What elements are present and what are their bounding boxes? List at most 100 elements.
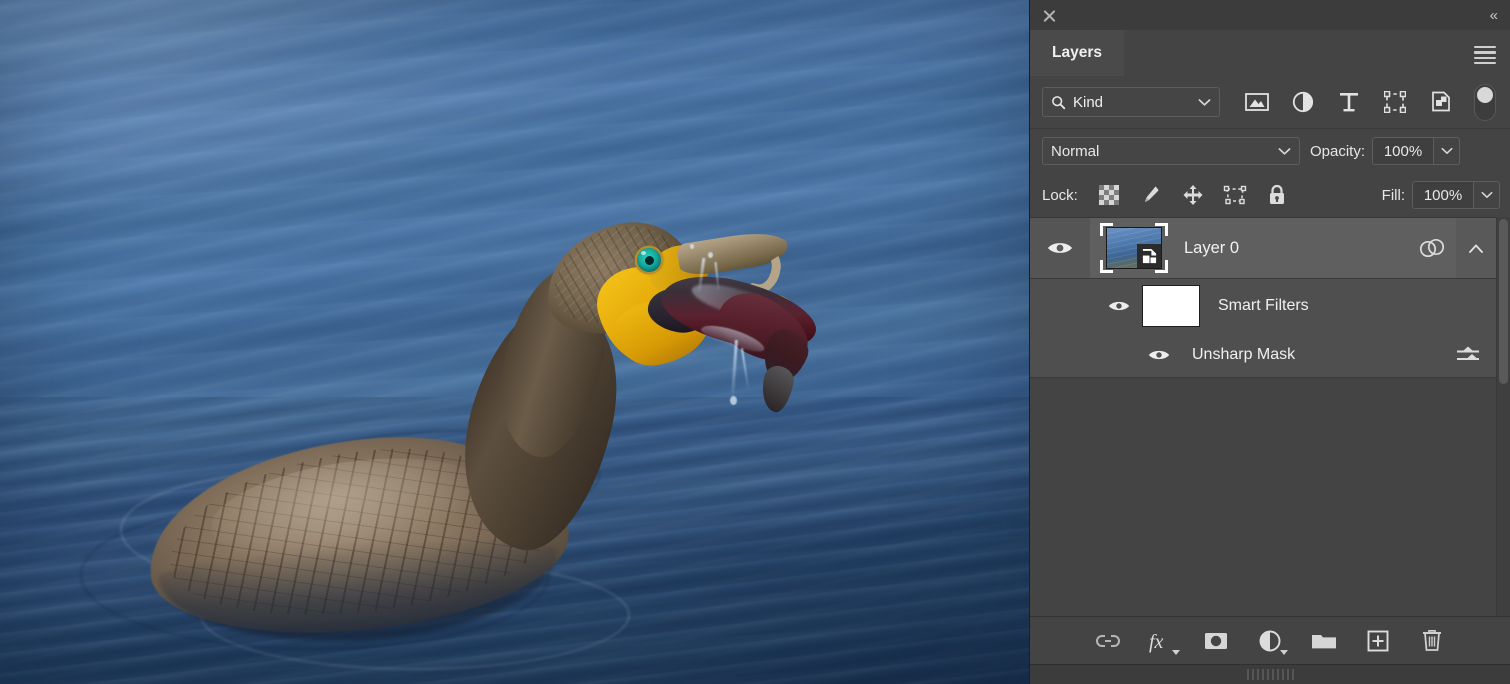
water-splash <box>731 339 738 397</box>
double-chevron-left-icon: « <box>1489 6 1498 24</box>
filter-adjustment-layers-icon[interactable] <box>1280 85 1326 119</box>
lock-position-icon[interactable] <box>1172 180 1214 210</box>
new-fill-adjustment-layer-button[interactable] <box>1243 623 1297 659</box>
fill-input[interactable]: 100% <box>1412 181 1474 209</box>
close-panel-button[interactable] <box>1042 8 1057 23</box>
bird-eye-glint <box>641 251 646 255</box>
eye-icon <box>1108 301 1130 311</box>
chevron-down-icon <box>1198 98 1211 106</box>
layers-list-column: Layer 0 Smart Filters Unsharp Mask <box>1030 217 1496 616</box>
blend-mode-value: Normal <box>1051 142 1100 160</box>
svg-text:fx: fx <box>1149 631 1164 653</box>
new-group-button[interactable] <box>1297 623 1351 659</box>
tab-layers[interactable]: Layers <box>1030 30 1124 76</box>
filter-type-layers-icon[interactable] <box>1326 85 1372 119</box>
collapse-smart-filters-button[interactable] <box>1456 218 1496 278</box>
panel-menu-icon[interactable] <box>1474 46 1496 65</box>
panel-top-bar: « <box>1030 0 1510 30</box>
smart-filters-row[interactable]: Smart Filters <box>1030 279 1496 333</box>
cormorant-photo <box>0 0 1029 684</box>
filter-pixel-layers-icon[interactable] <box>1234 85 1280 119</box>
document-canvas[interactable] <box>0 0 1029 684</box>
link-layers-button[interactable] <box>1081 623 1135 659</box>
layer-filter-row: Kind <box>1030 76 1510 129</box>
opacity-value: 100% <box>1383 142 1423 160</box>
table-row[interactable]: Layer 0 <box>1030 217 1496 279</box>
add-layer-style-button[interactable]: fx <box>1135 623 1189 659</box>
trash-icon <box>1423 629 1441 651</box>
close-icon <box>1042 8 1057 23</box>
tab-bar-empty-area <box>1123 30 1510 76</box>
filter-kind-label: Kind <box>1073 93 1104 111</box>
smart-filters-visibility-toggle[interactable] <box>1030 299 1142 313</box>
thumbnail-corner <box>1100 260 1113 273</box>
dropdown-caret-icon <box>1172 649 1180 655</box>
tab-layers-label: Layers <box>1052 44 1102 61</box>
link-icon <box>1096 634 1120 647</box>
lock-all-icon[interactable] <box>1256 180 1298 210</box>
panel-body: Kind Normal Opacity: 100% Lock: Fill: 10… <box>1030 76 1510 684</box>
fill-stepper-button[interactable] <box>1474 181 1500 209</box>
filter-enable-toggle[interactable] <box>1474 83 1496 121</box>
opacity-stepper-button[interactable] <box>1434 137 1461 165</box>
new-layer-plus-icon <box>1367 630 1389 651</box>
new-layer-button[interactable] <box>1351 623 1405 659</box>
chevron-up-icon <box>1469 244 1483 253</box>
lock-artboard-nesting-icon[interactable] <box>1214 180 1256 210</box>
blend-mode-row: Normal Opacity: 100% <box>1030 129 1510 173</box>
layers-list: Layer 0 Smart Filters Unsharp Mask <box>1030 217 1510 616</box>
lock-image-pixels-icon[interactable] <box>1130 180 1172 210</box>
folder-icon <box>1312 634 1336 648</box>
white-filter-mask-thumbnail[interactable] <box>1142 285 1200 327</box>
photoshop-window: « Layers Kind Normal Opacity: 100% Lock:… <box>0 0 1510 684</box>
delete-layer-button[interactable] <box>1405 623 1459 659</box>
smart-object-badge-icon <box>1137 244 1161 268</box>
opacity-input[interactable]: 100% <box>1372 137 1435 165</box>
water-droplet <box>730 396 737 405</box>
grip-lines <box>1246 669 1294 680</box>
unsharp-mask-label[interactable]: Unsharp Mask <box>1192 346 1440 364</box>
filter-shape-layers-icon[interactable] <box>1372 85 1418 119</box>
lock-label: Lock: <box>1042 186 1078 204</box>
smart-filters-label: Smart Filters <box>1218 297 1309 314</box>
chevron-down-icon <box>1481 191 1492 198</box>
fill-value: 100% <box>1423 186 1463 204</box>
chevron-down-icon <box>1278 147 1291 155</box>
water-droplet <box>690 244 694 249</box>
layer-visibility-toggle[interactable] <box>1030 218 1090 278</box>
filter-smart-objects-icon[interactable] <box>1418 85 1464 119</box>
layer-name[interactable]: Layer 0 <box>1184 239 1408 258</box>
thumbnail-corner <box>1100 223 1113 236</box>
blending-options-icon[interactable] <box>1440 345 1496 365</box>
unsharp-mask-visibility-toggle[interactable] <box>1030 348 1180 362</box>
smart-filters-icon[interactable] <box>1408 237 1456 259</box>
lock-transparent-pixels-icon[interactable] <box>1088 180 1130 210</box>
blend-mode-select[interactable]: Normal <box>1042 137 1300 165</box>
smart-filters-block: Smart Filters Unsharp Mask <box>1030 279 1496 378</box>
eye-icon <box>1148 350 1170 360</box>
adjustment-circle-icon <box>1259 630 1281 651</box>
fill-label: Fill: <box>1381 186 1405 204</box>
water-splash <box>740 348 750 388</box>
water-droplet <box>708 252 713 258</box>
mask-icon <box>1205 632 1227 649</box>
add-layer-mask-button[interactable] <box>1189 623 1243 659</box>
dropdown-caret-icon <box>1280 649 1288 655</box>
opacity-label: Opacity: <box>1310 142 1366 160</box>
filter-type-icons <box>1234 83 1496 121</box>
filter-kind-select[interactable]: Kind <box>1042 87 1220 117</box>
collapse-panel-button[interactable]: « <box>1489 6 1498 24</box>
panel-resize-grip[interactable] <box>1030 664 1510 684</box>
thumbnail-corner <box>1155 223 1168 236</box>
toggle-knob <box>1477 86 1493 103</box>
search-icon <box>1052 95 1066 109</box>
smart-filter-effect-row[interactable]: Unsharp Mask <box>1030 333 1496 377</box>
fish-tail <box>757 363 797 415</box>
panel-tab-bar: Layers <box>1030 30 1510 76</box>
scrollbar-thumb[interactable] <box>1499 219 1508 384</box>
layer-thumbnail[interactable] <box>1100 223 1168 273</box>
cormorant-bird <box>0 0 1029 684</box>
chevron-down-icon <box>1441 147 1453 154</box>
eye-icon <box>1047 240 1073 256</box>
layers-list-scrollbar[interactable] <box>1496 217 1510 616</box>
